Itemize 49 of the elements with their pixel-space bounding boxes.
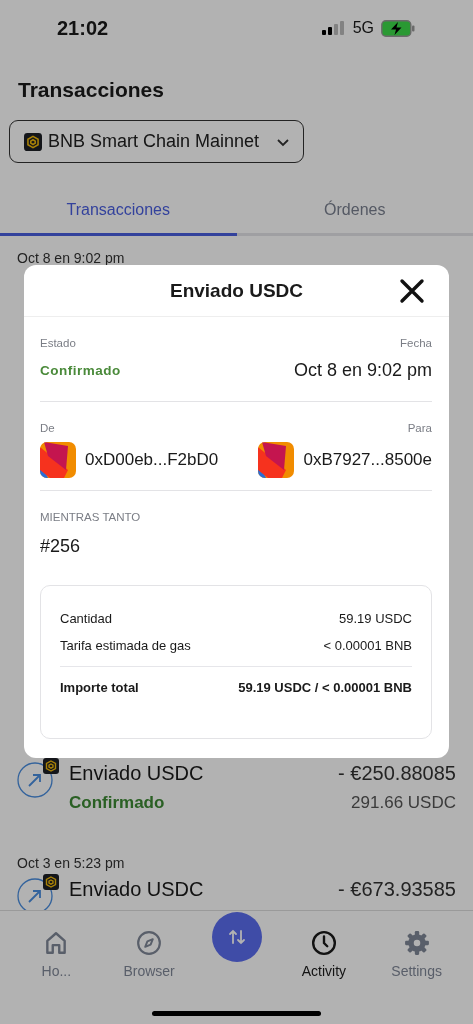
date-heading: Oct 8 en 9:02 pm [17,249,126,268]
compass-icon [136,930,163,956]
date-label: Fecha [400,337,432,349]
from-label: De [40,422,56,434]
bnb-chain-icon [24,132,42,151]
settings-icon [403,930,430,956]
to-address: 0xB7927...8500e [303,450,432,470]
nav-tab[interactable]: Activity [277,911,371,980]
summary-label: Tarifa estimada de gas [60,637,191,655]
date-heading: Oct 3 en 5:23 pm [17,854,126,873]
transaction-title: Enviado USDC [69,762,204,785]
nav-tab[interactable]: Browser [102,911,196,980]
sent-arrow-icon [17,878,53,910]
transaction-title: Enviado USDC [69,878,204,901]
summary-value: < 0.00001 BNB [323,637,412,655]
date-value: Oct 8 en 9:02 pm [293,360,432,381]
fiat-amount: - €673.93585 [338,878,456,901]
network-dropdown[interactable]: BNB Smart Chain Mainnet [9,120,304,163]
summary-value: 59.19 USDC / < 0.00001 BNB [238,679,412,697]
status-label: Estado [40,337,77,349]
summary-label: Importe total [60,679,139,697]
page-title: Transacciones [18,78,165,102]
fiat-amount: - €250.88085 [338,762,456,785]
token-amount: 291.66 USDC [351,793,456,813]
battery-charging-icon [381,19,415,37]
avatar-icon [258,442,295,478]
nav-tab[interactable]: Ho... [10,911,103,980]
status-value: Confirmado [40,363,121,378]
swap-arrows-icon [226,927,247,947]
from-address: 0xD00eb...F2bD0 [85,450,219,470]
transaction-status: Confirmado [69,793,165,813]
dialog-title: Enviado USDC [170,279,303,302]
clock-icon [310,930,337,956]
nonce-label: MIENTRAS TANTO [40,511,142,523]
network-type: 5G [352,19,374,37]
bnb-chain-icon [43,874,59,890]
swap-button[interactable] [211,912,262,962]
signal-icon [321,21,346,35]
summary-value: 59.19 USDC [339,610,412,628]
close-button[interactable] [399,278,425,304]
status-time: 21:02 [57,16,109,40]
to-label: Para [407,422,432,434]
avatar-icon [40,442,76,478]
tab[interactable]: Transacciones [0,186,237,236]
nav-tab[interactable]: Settings [370,911,463,980]
summary-label: Cantidad [60,610,113,628]
tab[interactable]: Órdenes [236,186,473,236]
nonce-value: #256 [40,536,82,557]
bnb-chain-icon [43,758,59,774]
